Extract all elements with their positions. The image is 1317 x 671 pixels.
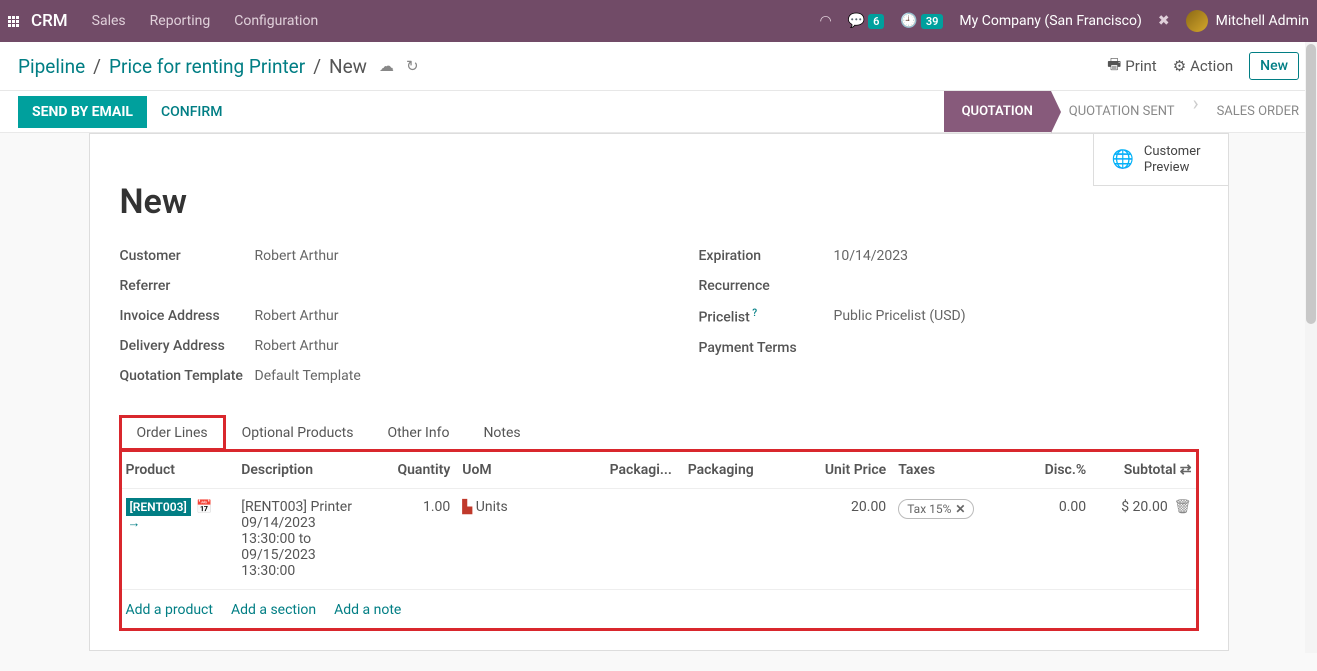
label-recurrence: Recurrence	[699, 278, 834, 294]
customer-preview-button[interactable]: 🌐 CustomerPreview	[1093, 134, 1228, 186]
tab-order-lines[interactable]: Order Lines	[120, 416, 225, 450]
th-description: Description	[235, 450, 382, 489]
customer-preview-label: CustomerPreview	[1144, 144, 1201, 175]
breadcrumb-opportunity[interactable]: Price for renting Printer	[109, 55, 305, 78]
breadcrumb-pipeline[interactable]: Pipeline	[18, 55, 85, 78]
cell-description[interactable]: [RENT003] Printer 09/14/2023 13:30:00 to…	[235, 489, 382, 590]
statusbar: SEND BY EMAIL CONFIRM QUOTATION QUOTATIO…	[0, 91, 1317, 133]
chat-badge: 6	[868, 14, 884, 29]
activities-icon[interactable]: 🕘39	[900, 13, 943, 29]
label-invoice-address: Invoice Address	[120, 308, 255, 324]
calendar-icon[interactable]: 📅	[196, 500, 212, 515]
label-pricelist: Pricelist ?	[699, 308, 834, 326]
tab-optional-products[interactable]: Optional Products	[225, 416, 371, 449]
cell-subtotal: $ 20.00🗑	[1092, 489, 1197, 590]
delete-row-icon[interactable]: 🗑	[1174, 499, 1192, 515]
stage-quotation[interactable]: QUOTATION	[944, 91, 1051, 132]
discard-icon[interactable]: ↻	[406, 57, 419, 75]
cell-disc[interactable]: 0.00	[1029, 489, 1092, 590]
clock-badge: 39	[921, 14, 944, 29]
label-quotation-template: Quotation Template	[120, 368, 255, 384]
label-expiration: Expiration	[699, 248, 834, 264]
cell-packagi[interactable]	[604, 489, 682, 590]
tab-notes[interactable]: Notes	[466, 416, 537, 449]
globe-icon: 🌐	[1112, 149, 1134, 170]
action-button[interactable]: ⚙ Action	[1173, 57, 1233, 75]
user-name: Mitchell Admin	[1216, 13, 1309, 29]
th-disc: Disc.%	[1029, 450, 1092, 489]
th-quantity: Quantity	[383, 450, 457, 489]
field-expiration[interactable]: 10/14/2023	[834, 248, 909, 264]
confirm-button[interactable]: CONFIRM	[147, 96, 236, 128]
breadcrumb-current: New	[329, 55, 367, 78]
label-customer: Customer	[120, 248, 255, 264]
record-title: New	[120, 182, 1198, 222]
cloud-save-icon[interactable]: ☁	[379, 57, 394, 75]
cell-packaging[interactable]	[682, 489, 798, 590]
field-delivery-address[interactable]: Robert Arthur	[255, 338, 339, 354]
company-selector[interactable]: My Company (San Francisco)	[959, 13, 1141, 29]
breadcrumb-sep: /	[93, 55, 101, 78]
field-pricelist[interactable]: Public Pricelist (USD)	[834, 308, 966, 326]
th-unit-price: Unit Price	[797, 450, 892, 489]
label-payment-terms: Payment Terms	[699, 340, 834, 356]
arrow-right-icon[interactable]: →	[128, 516, 141, 531]
wifi-icon[interactable]: ◠	[819, 13, 831, 29]
avatar-icon	[1186, 10, 1208, 32]
app-name[interactable]: CRM	[31, 11, 68, 31]
form-sheet: 🌐 CustomerPreview New CustomerRobert Art…	[89, 133, 1229, 651]
breadcrumb-sep: /	[313, 55, 321, 78]
debug-icon[interactable]: ✖	[1158, 13, 1170, 29]
vertical-scrollbar[interactable]	[1305, 42, 1317, 653]
chart-icon: ▙	[462, 500, 472, 515]
new-button[interactable]: New	[1249, 52, 1299, 80]
order-lines-table: Product Description Quantity UoM Packagi…	[120, 450, 1198, 630]
table-row[interactable]: [RENT003] 📅 → [RENT003] Printer 09/14/20…	[120, 489, 1198, 590]
th-packagi: Packagi...	[604, 450, 682, 489]
cell-uom[interactable]: ▙ Units	[456, 489, 603, 590]
print-button[interactable]: 🖶 Print	[1107, 54, 1157, 79]
label-referrer: Referrer	[120, 278, 255, 294]
scrollbar-thumb[interactable]	[1306, 44, 1316, 324]
send-by-email-button[interactable]: SEND BY EMAIL	[18, 96, 147, 128]
nav-reporting[interactable]: Reporting	[150, 13, 211, 29]
nav-sales[interactable]: Sales	[92, 13, 126, 29]
tax-tag[interactable]: Tax 15% ✕	[898, 499, 974, 519]
close-icon[interactable]: ✕	[955, 502, 965, 516]
apps-icon[interactable]	[8, 16, 19, 27]
label-delivery-address: Delivery Address	[120, 338, 255, 354]
add-section-link[interactable]: Add a section	[231, 602, 316, 618]
columns-settings-icon[interactable]: ⇄	[1180, 462, 1192, 478]
add-note-link[interactable]: Add a note	[334, 602, 401, 618]
breadcrumb-row: Pipeline / Price for renting Printer / N…	[0, 42, 1317, 91]
cell-quantity[interactable]: 1.00	[383, 489, 457, 590]
stage-sales-order[interactable]: SALES ORDER	[1199, 91, 1317, 132]
user-menu[interactable]: Mitchell Admin	[1186, 10, 1309, 32]
top-navbar: CRM Sales Reporting Configuration ◠ 💬6 🕘…	[0, 0, 1317, 42]
th-subtotal: Subtotal ⇄	[1092, 450, 1197, 489]
cell-product[interactable]: [RENT003] 📅 →	[120, 489, 236, 590]
nav-configuration[interactable]: Configuration	[234, 13, 318, 29]
breadcrumb: Pipeline / Price for renting Printer / N…	[18, 55, 419, 78]
th-product: Product	[120, 450, 236, 489]
th-packaging: Packaging	[682, 450, 798, 489]
field-customer[interactable]: Robert Arthur	[255, 248, 339, 264]
field-invoice-address[interactable]: Robert Arthur	[255, 308, 339, 324]
cell-taxes[interactable]: Tax 15% ✕	[892, 489, 1029, 590]
cell-unit-price[interactable]: 20.00	[797, 489, 892, 590]
field-quotation-template[interactable]: Default Template	[255, 368, 361, 384]
stage-quotation-sent[interactable]: QUOTATION SENT	[1051, 91, 1193, 132]
add-product-link[interactable]: Add a product	[126, 602, 213, 618]
messages-icon[interactable]: 💬6	[848, 13, 885, 29]
th-uom: UoM	[456, 450, 603, 489]
product-code-chip: [RENT003]	[126, 498, 191, 516]
tab-other-info[interactable]: Other Info	[370, 416, 466, 449]
th-taxes: Taxes	[892, 450, 1029, 489]
